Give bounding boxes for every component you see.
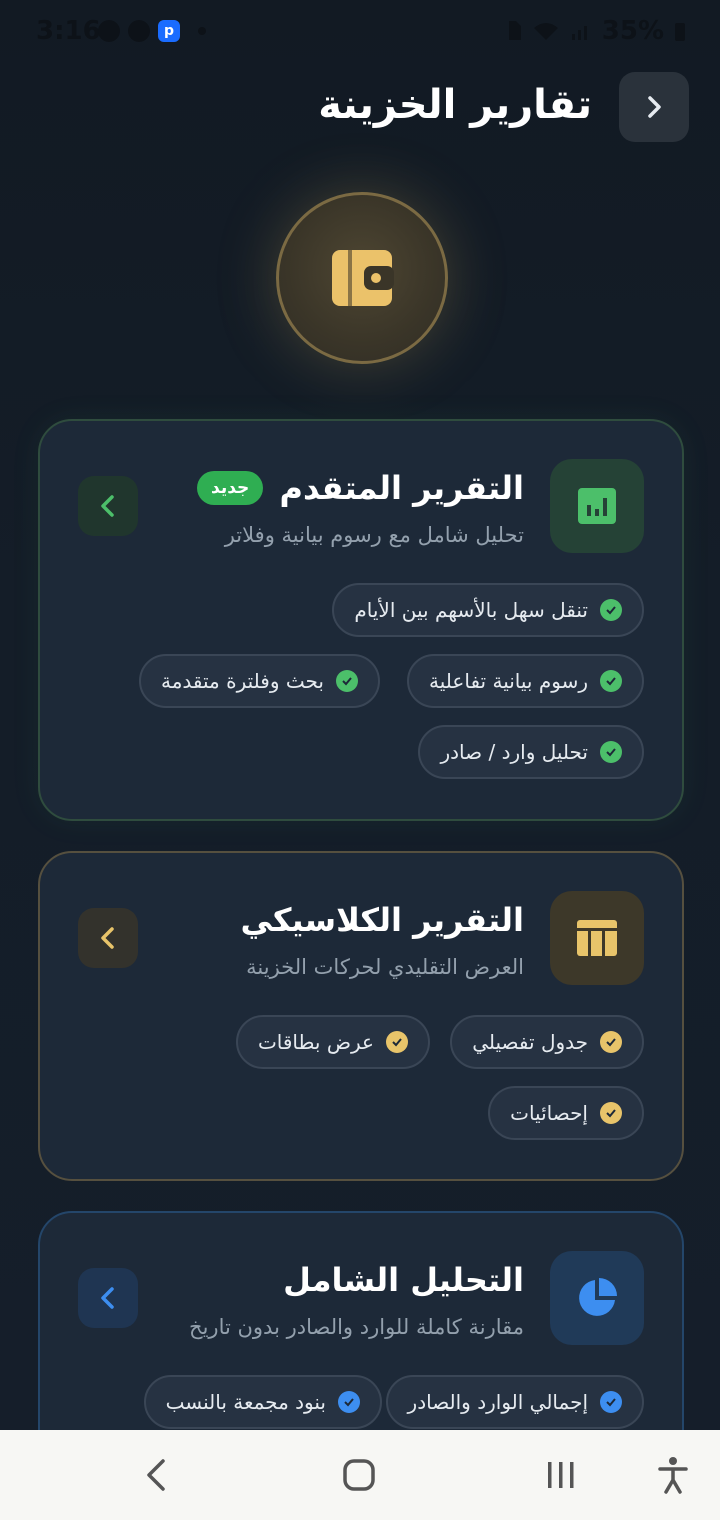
feature-chip: بحث وفلترة متقدمة bbox=[138, 654, 380, 708]
card-icon-box bbox=[550, 891, 644, 985]
nav-recents-button[interactable] bbox=[538, 1452, 584, 1498]
chevron-left-icon bbox=[101, 927, 114, 949]
card-title: التحليل الشامل bbox=[283, 1261, 524, 1299]
chevron-left-icon bbox=[101, 495, 114, 517]
chevron-right-icon bbox=[648, 96, 661, 118]
open-classic-button[interactable] bbox=[78, 908, 138, 968]
feature-chip: إجمالي الوارد والصادر bbox=[385, 1375, 644, 1429]
wifi-icon bbox=[533, 23, 558, 40]
feature-chip: بنود مجمعة بالنسب bbox=[143, 1375, 382, 1429]
check-icon bbox=[600, 670, 622, 692]
feature-chip: رسوم بيانية تفاعلية bbox=[407, 654, 644, 708]
accessibility-icon bbox=[658, 1457, 688, 1494]
card-icon-box bbox=[550, 459, 644, 553]
whatsapp-icon bbox=[98, 20, 120, 42]
feature-chip: إحصائيات bbox=[488, 1086, 644, 1140]
dot-icon bbox=[198, 27, 206, 35]
sim-icon bbox=[508, 21, 521, 40]
battery-icon bbox=[675, 23, 685, 41]
card-title: التقرير المتقدم bbox=[279, 469, 524, 507]
card-subtitle: مقارنة كاملة للوارد والصادر بدون تاريخ bbox=[189, 1315, 524, 1339]
nav-accessibility-button[interactable] bbox=[650, 1452, 696, 1498]
notification-icons: p bbox=[98, 20, 206, 42]
check-icon bbox=[600, 599, 622, 621]
recents-nav-icon bbox=[548, 1462, 574, 1488]
feature-label: تحليل وارد / صادر bbox=[440, 740, 588, 764]
feature-label: جدول تفصيلي bbox=[472, 1030, 588, 1054]
feature-label: بحث وفلترة متقدمة bbox=[160, 669, 324, 693]
card-icon-box bbox=[550, 1251, 644, 1345]
check-icon bbox=[600, 741, 622, 763]
check-icon bbox=[338, 1391, 360, 1413]
card-subtitle: تحليل شامل مع رسوم بيانية وفلاتر bbox=[224, 523, 524, 547]
bar-chart-icon bbox=[578, 488, 616, 524]
back-nav-icon bbox=[147, 1459, 165, 1491]
status-time: 3:16 bbox=[36, 16, 101, 46]
pie-chart-icon bbox=[579, 1278, 617, 1316]
chevron-left-icon bbox=[101, 1287, 114, 1309]
hero-wallet bbox=[276, 192, 448, 364]
feature-chip: عرض بطاقات bbox=[235, 1015, 430, 1069]
feature-label: إحصائيات bbox=[510, 1101, 588, 1125]
table-icon bbox=[577, 920, 617, 956]
check-icon bbox=[386, 1031, 408, 1053]
feature-label: عرض بطاقات bbox=[257, 1030, 374, 1054]
signal-icon bbox=[571, 26, 587, 40]
back-button[interactable] bbox=[619, 72, 689, 142]
feature-chip: تحليل وارد / صادر bbox=[418, 725, 644, 779]
nav-back-button[interactable] bbox=[134, 1452, 180, 1498]
system-nav-bar bbox=[0, 1430, 720, 1520]
feature-chip: جدول تفصيلي bbox=[450, 1015, 644, 1069]
check-icon bbox=[600, 1102, 622, 1124]
system-icons: 35% bbox=[506, 16, 686, 46]
check-icon bbox=[336, 670, 358, 692]
feature-label: إجمالي الوارد والصادر bbox=[407, 1390, 588, 1414]
battery-percent: 35% bbox=[601, 16, 664, 46]
wallet-icon bbox=[332, 250, 394, 306]
feature-label: تنقل سهل بالأسهم بين الأيام bbox=[354, 598, 588, 622]
advanced-report-card[interactable]: التقرير المتقدم جديد تحليل شامل مع رسوم … bbox=[38, 419, 684, 821]
page-title: تقارير الخزينة bbox=[318, 82, 592, 128]
home-nav-icon bbox=[343, 1459, 375, 1491]
check-icon bbox=[600, 1391, 622, 1413]
status-bar: 3:16 p 35% bbox=[0, 0, 720, 66]
feature-chip: تنقل سهل بالأسهم بين الأيام bbox=[332, 583, 644, 637]
classic-report-card[interactable]: التقرير الكلاسيكي العرض التقليدي لحركات … bbox=[38, 851, 684, 1181]
feature-label: بنود مجمعة بالنسب bbox=[165, 1390, 326, 1414]
card-title: التقرير الكلاسيكي bbox=[240, 901, 524, 939]
messenger-icon bbox=[128, 20, 150, 42]
open-comprehensive-button[interactable] bbox=[78, 1268, 138, 1328]
open-advanced-button[interactable] bbox=[78, 476, 138, 536]
nav-home-button[interactable] bbox=[336, 1452, 382, 1498]
p-app-icon: p bbox=[158, 20, 180, 42]
new-badge: جديد bbox=[197, 471, 264, 505]
feature-label: رسوم بيانية تفاعلية bbox=[429, 669, 588, 693]
card-subtitle: العرض التقليدي لحركات الخزينة bbox=[246, 955, 524, 979]
check-icon bbox=[600, 1031, 622, 1053]
